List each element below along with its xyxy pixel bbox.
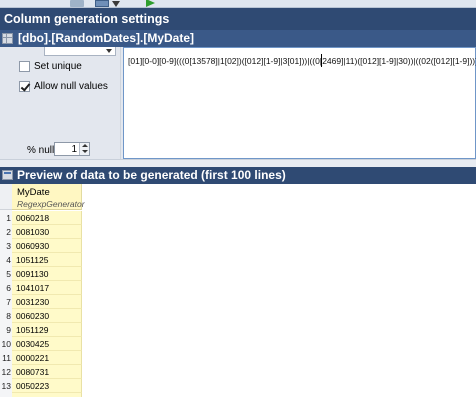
dropdown-arrow-icon[interactable]	[112, 0, 122, 7]
grid-corner	[0, 184, 12, 210]
column-generator: RegexpGenerator	[17, 199, 85, 209]
table-cell[interactable]: 0060230	[12, 309, 82, 323]
allow-null-option[interactable]: Allow null values	[19, 79, 108, 93]
table-cell[interactable]: 0080731	[12, 365, 82, 379]
generator-select[interactable]	[44, 47, 116, 56]
table-cell[interactable]: 0000221	[12, 351, 82, 365]
preview-title: Preview of data to be generated (first 1…	[17, 168, 286, 182]
percent-null-value[interactable]: 1	[71, 144, 77, 155]
settings-title: Column generation settings	[0, 8, 476, 30]
allow-null-label: Allow null values	[34, 80, 108, 92]
table-cell[interactable]: 1051129	[12, 323, 82, 337]
set-unique-label: Set unique	[34, 60, 82, 72]
table-cell[interactable]: 1051125	[12, 253, 82, 267]
save-icon[interactable]	[95, 0, 109, 7]
table-cell[interactable]: 0050223	[12, 379, 82, 393]
row-number: 1	[0, 211, 12, 225]
table-row[interactable]: 11 0000221	[0, 351, 82, 365]
table-row[interactable]: 10 0030425	[0, 337, 82, 351]
preview-header: Preview of data to be generated (first 1…	[0, 167, 476, 184]
chevron-up-icon[interactable]	[82, 144, 88, 147]
percent-null-stepper[interactable]: 1	[54, 142, 90, 156]
column-name: MyDate	[17, 187, 50, 198]
column-path-header: [dbo].[RandomDates].[MyDate]	[0, 30, 476, 47]
table-cell[interactable]: 0060930	[12, 239, 82, 253]
pane-divider[interactable]	[0, 159, 476, 167]
table-row[interactable]: 1 0060218	[0, 211, 82, 225]
table-row[interactable]: 141040801	[0, 393, 82, 397]
row-number: 9	[0, 323, 12, 337]
regex-text[interactable]: [01][0-0][0-9](((0[13578]|1[02])([012][1…	[128, 56, 476, 66]
row-number: 14	[0, 393, 12, 397]
row-number: 3	[0, 239, 12, 253]
table-row[interactable]: 7 0031230	[0, 295, 82, 309]
set-unique-checkbox[interactable]	[19, 60, 30, 72]
table-cell[interactable]: 1041017	[12, 281, 82, 295]
run-icon[interactable]	[146, 0, 158, 7]
toolbar-icon[interactable]	[70, 0, 84, 7]
table-cell[interactable]: 0081030	[12, 225, 82, 239]
row-number: 13	[0, 379, 12, 393]
preview-grid: MyDate RegexpGenerator 1 0060218 2 0081030 3…	[0, 184, 476, 397]
preview-rows: 1 0060218 2 0081030 3 0060930 4 1051125 5 0091130…	[0, 211, 82, 397]
column-header-mydate[interactable]: MyDate RegexpGenerator	[12, 184, 85, 210]
table-row[interactable]: 5 0091130	[0, 267, 82, 281]
allow-null-checkbox[interactable]	[19, 80, 30, 92]
table-row[interactable]: 3 0060930	[0, 239, 82, 253]
chevron-down-icon[interactable]	[106, 49, 112, 53]
table-row[interactable]: 8 0060230	[0, 309, 82, 323]
chevron-down-icon[interactable]	[82, 150, 88, 153]
table-row[interactable]: 2 0081030	[0, 225, 82, 239]
set-unique-option[interactable]: Set unique	[19, 59, 82, 73]
table-row[interactable]: 12 0080731	[0, 365, 82, 379]
table-column-icon	[2, 33, 13, 44]
regex-editor[interactable]: [01][0-0][0-9](((0[13578]|1[02])([012][1…	[123, 47, 476, 159]
row-number: 10	[0, 337, 12, 351]
column-path: [dbo].[RandomDates].[MyDate]	[18, 31, 194, 45]
table-row[interactable]: 4 1051125	[0, 253, 82, 267]
table-cell[interactable]: 1040801	[12, 393, 82, 397]
row-number: 8	[0, 309, 12, 323]
text-caret	[321, 54, 322, 67]
preview-icon	[2, 170, 13, 180]
toolbar	[0, 0, 476, 8]
table-cell[interactable]: 0060218	[12, 211, 82, 225]
table-row[interactable]: 6 1041017	[0, 281, 82, 295]
table-cell[interactable]: 0030425	[12, 337, 82, 351]
percent-null-label: % null:	[27, 145, 58, 156]
table-row[interactable]: 9 1051129	[0, 323, 82, 337]
table-cell[interactable]: 0031230	[12, 295, 82, 309]
options-panel: Set unique Allow null values % null: 1	[0, 47, 123, 159]
table-row[interactable]: 13 0050223	[0, 379, 82, 393]
row-number: 4	[0, 253, 12, 267]
stepper-buttons[interactable]	[79, 143, 89, 155]
row-number: 6	[0, 281, 12, 295]
row-number: 12	[0, 365, 12, 379]
row-number: 7	[0, 295, 12, 309]
row-number: 2	[0, 225, 12, 239]
table-cell[interactable]: 0091130	[12, 267, 82, 281]
row-number: 11	[0, 351, 12, 365]
row-number: 5	[0, 267, 12, 281]
